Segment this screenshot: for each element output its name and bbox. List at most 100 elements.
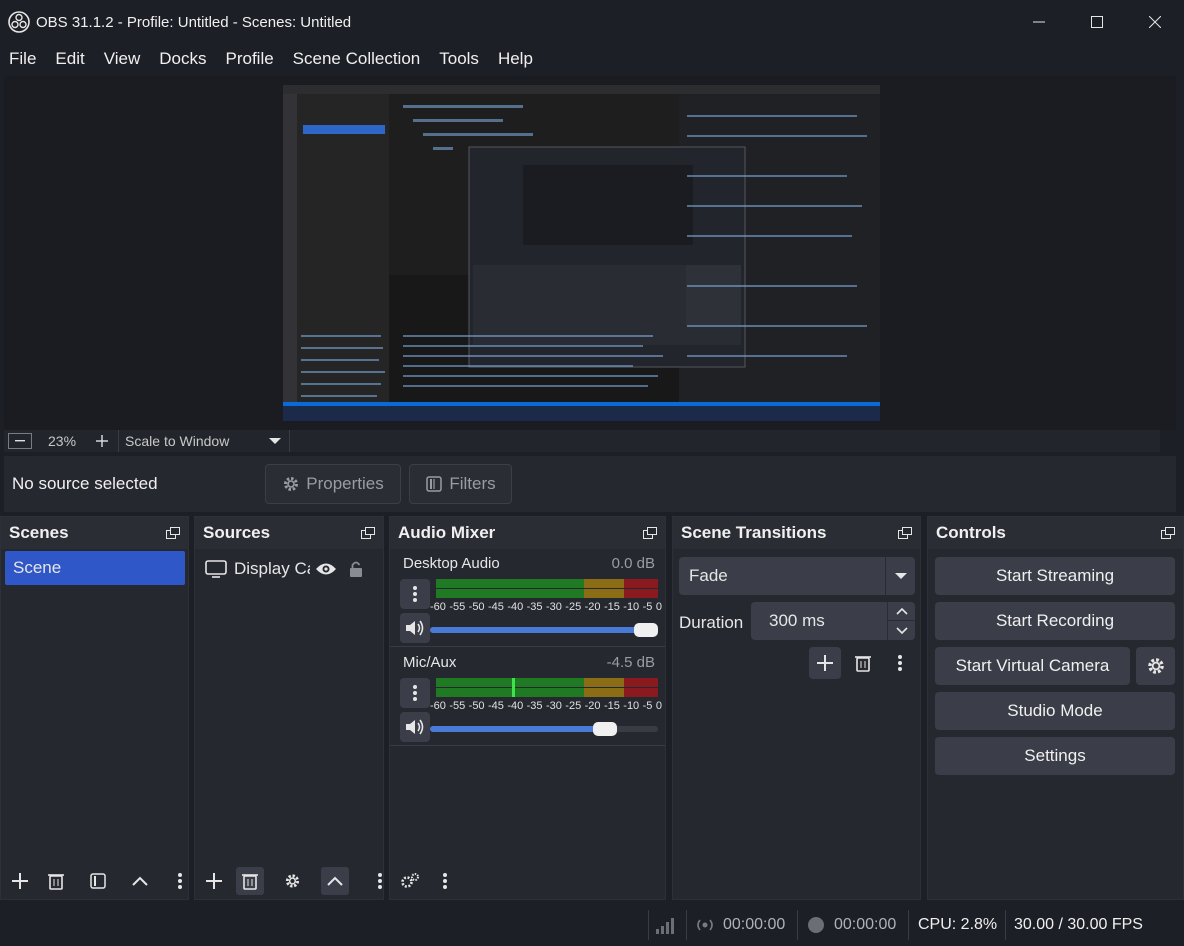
gear-icon[interactable] [284, 872, 301, 890]
close-button[interactable] [1126, 0, 1184, 44]
monitor-icon [205, 560, 227, 578]
menu-scene-collection[interactable]: Scene Collection [293, 49, 421, 69]
studio-mode-button[interactable]: Studio Mode [935, 692, 1175, 730]
tick-label: -25 [565, 601, 582, 613]
menu-file[interactable]: File [9, 49, 36, 69]
zoom-in-button[interactable] [96, 435, 109, 447]
menu-view[interactable]: View [104, 49, 141, 69]
tick-label: -15 [603, 601, 620, 613]
mute-button[interactable] [400, 613, 430, 643]
volume-meter [436, 579, 658, 598]
transition-dropdown-arrow[interactable] [885, 557, 915, 595]
volume-fill [430, 726, 613, 732]
tick-label: -25 [565, 700, 582, 712]
tick-label: -10 [623, 601, 640, 613]
scenes-dock: Scenes Scene [0, 516, 189, 900]
duration-value: 300 ms [769, 611, 825, 630]
close-icon [1149, 16, 1161, 28]
channel-name: Desktop Audio [403, 555, 500, 572]
volume-knob[interactable] [634, 623, 658, 637]
chevron-up-icon[interactable] [131, 872, 149, 890]
add-icon[interactable] [205, 872, 222, 890]
tick-label: -45 [487, 700, 504, 712]
source-item[interactable]: Display Ca [205, 557, 381, 581]
audio-mixer-header: Audio Mixer [390, 517, 665, 549]
controls-header: Controls [928, 517, 1183, 549]
meter-scale: -60 -55 -50 -45 -40 -35 -30 -25 -20 -15 -10 -5 0 [430, 700, 662, 712]
volume-slider[interactable] [430, 726, 658, 732]
settings-button[interactable]: Settings [935, 737, 1175, 775]
advanced-audio-gear-icon[interactable] [400, 872, 420, 890]
channel-menu-button[interactable] [400, 678, 430, 708]
menu-edit[interactable]: Edit [55, 49, 84, 69]
fps-readout: 30.00 / 30.00 FPS [1014, 916, 1143, 933]
scene-item[interactable]: Scene [5, 551, 185, 585]
mute-button[interactable] [400, 712, 430, 742]
start-recording-button[interactable]: Start Recording [935, 602, 1175, 640]
meter-scale: -60 -55 -50 -45 -40 -35 -30 -25 -20 -15 -10 -5 0 [430, 601, 662, 613]
tick-label: -20 [584, 700, 601, 712]
transition-select[interactable]: Fade [679, 557, 915, 595]
undock-icon[interactable] [643, 527, 657, 539]
channel-menu-button[interactable] [400, 579, 430, 609]
minimize-button[interactable] [1010, 0, 1068, 44]
volume-knob[interactable] [593, 722, 618, 736]
undock-icon[interactable] [166, 527, 180, 539]
controls-title: Controls [936, 523, 1006, 542]
volume-slider[interactable] [430, 627, 658, 633]
menu-help[interactable]: Help [498, 49, 533, 69]
add-transition-button[interactable] [809, 647, 841, 679]
minimize-icon [1033, 21, 1045, 23]
channel-db: -4.5 dB [606, 654, 655, 671]
zoom-out-button[interactable] [8, 433, 32, 449]
tick-label: -30 [545, 601, 562, 613]
record-dot-icon [808, 917, 824, 933]
filter-icon[interactable] [89, 872, 107, 890]
tick-label: 0 [655, 601, 662, 613]
peak-indicator [512, 678, 515, 697]
start-streaming-button[interactable]: Start Streaming [935, 557, 1175, 595]
tick-label: -5 [642, 601, 653, 613]
eye-icon[interactable] [315, 561, 337, 577]
menu-profile[interactable]: Profile [225, 49, 273, 69]
source-item-label: Display Ca [234, 559, 310, 578]
gear-icon [1147, 658, 1164, 674]
tick-label: -35 [526, 700, 543, 712]
more-icon[interactable] [897, 654, 903, 672]
filter-icon [426, 476, 443, 492]
trash-icon[interactable] [47, 872, 65, 890]
lock-icon[interactable] [349, 560, 363, 578]
duration-spinbox[interactable]: 300 ms [751, 602, 915, 640]
start-virtual-camera-button[interactable]: Start Virtual Camera [935, 647, 1130, 685]
undock-icon[interactable] [361, 527, 375, 539]
stream-time: 00:00:00 [723, 916, 786, 933]
virtual-camera-settings-button[interactable] [1136, 647, 1175, 685]
trash-icon[interactable] [854, 654, 872, 672]
add-icon[interactable] [11, 872, 29, 890]
undock-icon[interactable] [898, 527, 912, 539]
scale-mode-select[interactable]: Scale to Window [118, 430, 291, 452]
filters-button[interactable]: Filters [409, 464, 512, 504]
duration-increment[interactable] [888, 602, 915, 621]
undock-icon[interactable] [1161, 527, 1175, 539]
status-bar: 00:00:00 00:00:00 CPU: 2.8% 30.00 / 30.0… [0, 904, 1184, 946]
maximize-button[interactable] [1068, 0, 1126, 44]
tick-label: -10 [623, 700, 640, 712]
more-icon[interactable] [177, 872, 183, 890]
menu-docks[interactable]: Docks [159, 49, 206, 69]
add-icon [817, 655, 833, 671]
more-icon[interactable] [442, 872, 448, 890]
move-source-up-button[interactable] [321, 867, 350, 895]
tick-label: -15 [603, 700, 620, 712]
more-icon[interactable] [377, 872, 383, 890]
duration-decrement[interactable] [888, 621, 915, 640]
preview-display-capture [283, 85, 880, 421]
tick-label: -60 [430, 601, 446, 613]
remove-source-button[interactable] [235, 867, 265, 895]
menu-tools[interactable]: Tools [439, 49, 479, 69]
sources-dock: Sources Display Ca [194, 516, 384, 900]
scene-transitions-header: Scene Transitions [673, 517, 920, 549]
volume-fill [430, 627, 658, 633]
properties-button[interactable]: Properties [265, 464, 401, 504]
window-title: OBS 31.1.2 - Profile: Untitled - Scenes:… [36, 13, 352, 31]
